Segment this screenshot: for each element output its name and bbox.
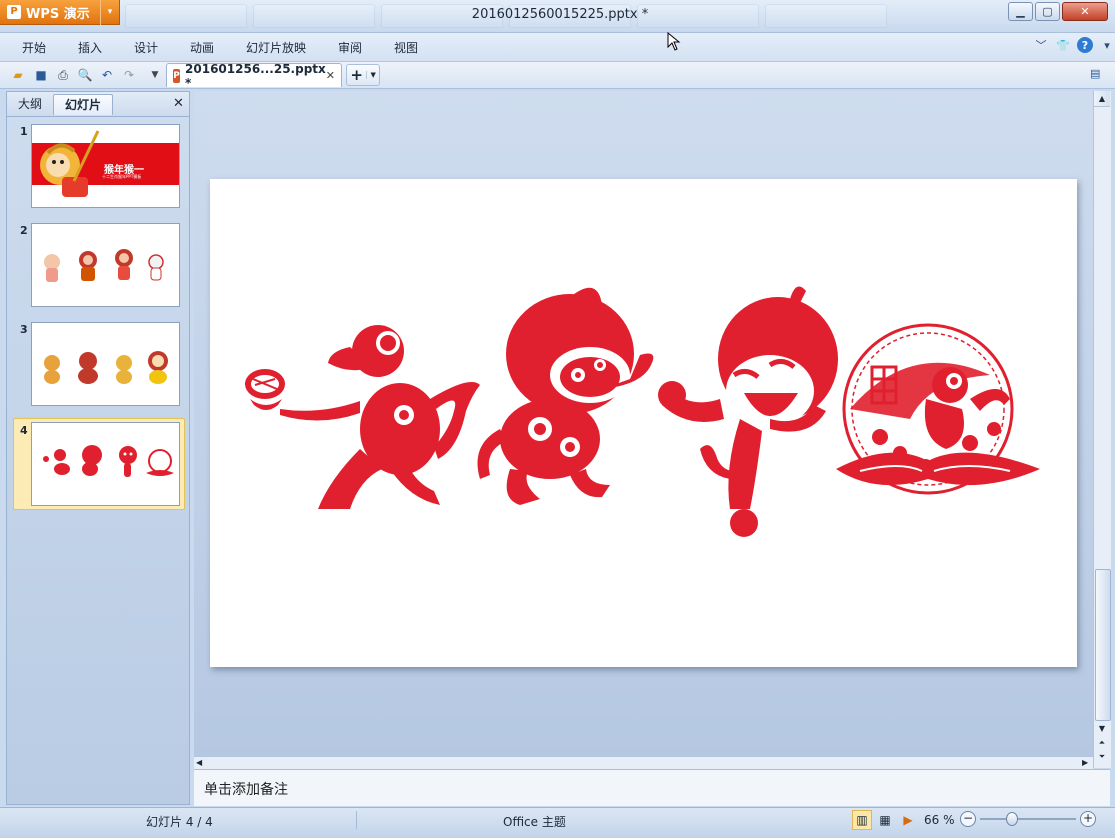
chevron-down-icon[interactable]: ﹀ — [1033, 37, 1049, 53]
wps-app-menu-button[interactable]: P WPS 演示 ▾ — [0, 0, 120, 25]
help-icon[interactable]: ? — [1077, 37, 1093, 53]
slide-number: 4 — [20, 424, 28, 437]
vertical-scroll-thumb[interactable] — [1095, 569, 1111, 721]
vertical-scrollbar[interactable]: ▲ ▼ ⏶ ⏷ — [1093, 91, 1111, 768]
redo-icon[interactable]: ↷ — [120, 66, 138, 84]
menu-insert[interactable]: 插入 — [78, 39, 102, 56]
zoom-in-button[interactable]: + — [1080, 811, 1096, 827]
new-tab-button[interactable]: + ▼ — [346, 64, 380, 86]
normal-view-icon[interactable]: ▥ — [852, 810, 872, 830]
menu-slideshow[interactable]: 幻灯片放映 — [246, 39, 306, 56]
menu-right-controls: ﹀ 👕 ? ▾ — [1033, 37, 1115, 53]
pane-tabs: 大纲 幻灯片 ✕ — [7, 92, 189, 117]
pptx-file-icon: P — [173, 68, 181, 83]
window-title: 2016012560015225.pptx * — [471, 7, 649, 22]
quick-access-toolbar: ▰ ■ ⎙ 🔍 ↶ ↷ ▼ P 201601256...25.pptx * ✕ … — [0, 61, 1115, 90]
tab-outline[interactable]: 大纲 — [11, 94, 49, 115]
slide-number: 1 — [20, 125, 28, 138]
zoom-slider-track[interactable] — [980, 818, 1076, 820]
mouse-cursor-icon — [667, 32, 681, 51]
print-icon[interactable]: ⎙ — [54, 66, 72, 84]
skin-shirt-icon[interactable]: 👕 — [1055, 37, 1071, 53]
print-preview-icon[interactable]: 🔍 — [76, 66, 94, 84]
zoom-slider-thumb[interactable] — [1006, 812, 1018, 826]
current-slide-canvas[interactable] — [210, 179, 1077, 667]
close-icon[interactable]: ✕ — [173, 96, 184, 111]
chevron-down-icon[interactable]: ▾ — [1099, 37, 1115, 53]
tab-slides[interactable]: 幻灯片 — [53, 94, 113, 115]
notes-pane[interactable]: 单击添加备注 — [194, 769, 1110, 806]
slide-1-subtitle: 十二生肖猴年PPT模板 — [102, 174, 142, 179]
maximize-button[interactable]: ▢ — [1035, 2, 1060, 21]
slide-number: 2 — [20, 224, 28, 237]
slide-4-preview — [43, 445, 174, 477]
title-bar: P WPS 演示 ▾ 2016012560015225.pptx * ▁ ▢ ✕ — [0, 0, 1115, 33]
slides-pane: 大纲 幻灯片 ✕ 1 猴年猴一 十二生肖猴年PPT模板 2 3 4 — [6, 91, 190, 805]
menu-home[interactable]: 开始 — [22, 39, 46, 56]
menu-review[interactable]: 审阅 — [338, 39, 362, 56]
status-divider — [356, 811, 357, 829]
document-tab[interactable]: P 201601256...25.pptx * ✕ — [166, 61, 342, 90]
menu-bar: 开始 插入 设计 动画 幻灯片放映 审阅 视图 ﹀ 👕 ? ▾ — [0, 33, 1115, 62]
customize-toolbar-icon[interactable]: ▼ — [146, 66, 164, 84]
papercut-monkeys-artwork — [245, 286, 1040, 537]
scroll-left-arrow-icon[interactable]: ◀ — [196, 758, 202, 767]
task-pane-toggle-icon[interactable]: ▤ — [1090, 67, 1106, 81]
app-name: WPS 演示 — [26, 6, 90, 22]
slide-thumbnail-3[interactable] — [31, 322, 180, 406]
horizontal-scrollbar[interactable]: ◀ ▶ — [194, 756, 1093, 769]
undo-icon[interactable]: ↶ — [98, 66, 116, 84]
minimize-button[interactable]: ▁ — [1008, 2, 1033, 21]
wps-logo-icon: P — [7, 5, 21, 19]
slide-3-preview — [44, 351, 168, 384]
close-button[interactable]: ✕ — [1062, 2, 1108, 21]
slide-number: 3 — [20, 323, 28, 336]
papercut-monkey-big-head — [477, 287, 654, 505]
chevron-down-icon[interactable]: ▼ — [366, 71, 379, 79]
scroll-down-arrow-icon[interactable]: ▼ — [1094, 724, 1110, 737]
slide-thumbnail-1[interactable]: 猴年猴一 十二生肖猴年PPT模板 — [31, 124, 180, 208]
close-tab-icon[interactable]: ✕ — [326, 69, 335, 82]
zoom-level[interactable]: 66 % — [924, 813, 955, 827]
slide-sorter-view-icon[interactable]: ▦ — [875, 810, 895, 830]
view-switcher: ▥ ▦ ▶ — [852, 810, 918, 830]
next-slide-icon[interactable]: ⏷ — [1094, 752, 1110, 765]
menu-design[interactable]: 设计 — [134, 39, 158, 56]
chevron-down-icon[interactable]: ▾ — [100, 0, 119, 25]
scroll-right-arrow-icon[interactable]: ▶ — [1082, 758, 1088, 767]
save-icon[interactable]: ■ — [32, 66, 50, 84]
document-tab-label: 201601256...25.pptx * — [185, 61, 326, 90]
slideshow-view-icon[interactable]: ▶ — [898, 810, 918, 830]
menu-view[interactable]: 视图 — [394, 39, 418, 56]
papercut-monkey-cheering — [658, 286, 838, 537]
papercut-monkey-offering — [245, 325, 480, 509]
plus-icon[interactable]: + — [347, 66, 366, 84]
slide-2-preview — [44, 249, 164, 282]
theme-name[interactable]: Office 主题 — [503, 813, 566, 830]
papercut-medallion-peach — [836, 323, 1040, 495]
zoom-out-button[interactable]: − — [960, 811, 976, 827]
slide-thumbnail-2[interactable] — [31, 223, 180, 307]
slide-thumbnail-4[interactable] — [31, 422, 180, 506]
menu-animation[interactable]: 动画 — [190, 39, 214, 56]
notes-placeholder[interactable]: 单击添加备注 — [204, 779, 288, 799]
slide-indicator: 幻灯片 4 / 4 — [146, 815, 213, 829]
status-bar: 幻灯片 4 / 4 Office 主题 ▥ ▦ ▶ 66 % − + — [0, 807, 1115, 838]
open-folder-icon[interactable]: ▰ — [9, 66, 27, 84]
scroll-up-arrow-icon[interactable]: ▲ — [1094, 91, 1110, 107]
previous-slide-icon[interactable]: ⏶ — [1094, 738, 1110, 751]
